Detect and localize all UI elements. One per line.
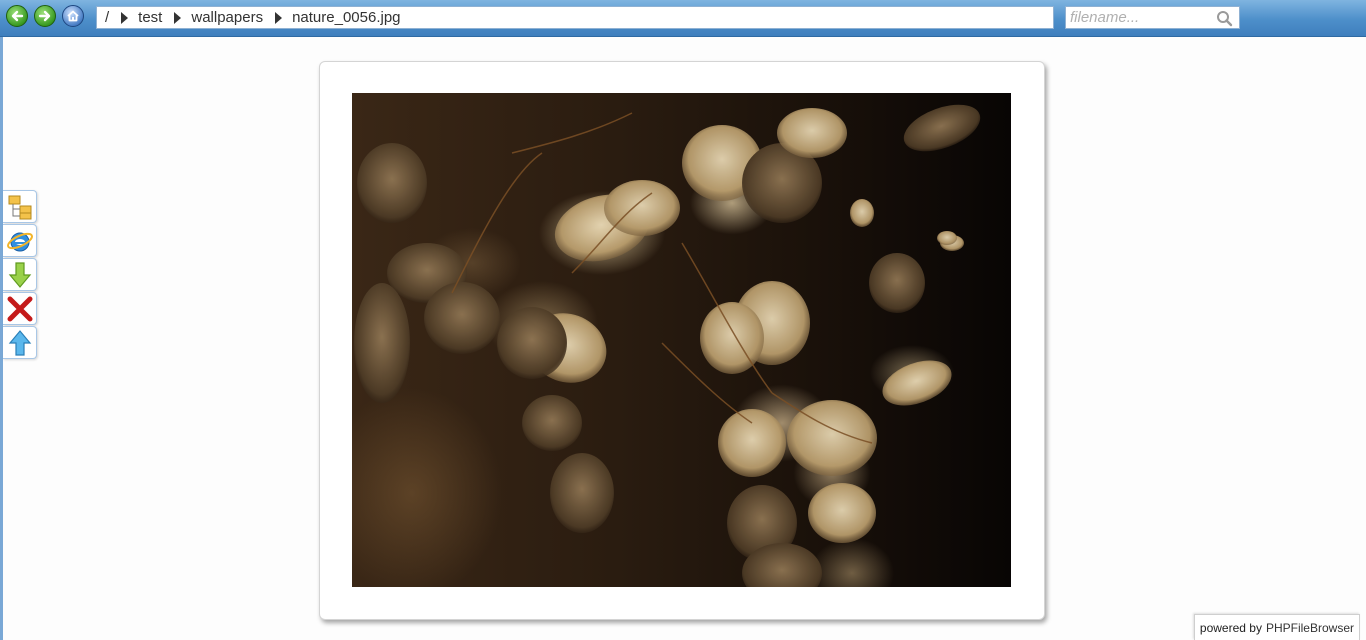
upload-arrow-icon <box>8 329 31 356</box>
image-preview-frame <box>319 61 1045 620</box>
breadcrumb-item-test[interactable]: test <box>138 9 162 26</box>
breadcrumb-root[interactable]: / <box>105 9 109 26</box>
search-box <box>1065 6 1240 29</box>
back-arrow-icon <box>11 10 24 22</box>
home-button[interactable] <box>62 5 84 27</box>
folder-tree-icon <box>8 195 31 219</box>
breadcrumb: / test wallpapers nature_0056.jpg <box>96 6 1054 29</box>
open-in-browser-button[interactable] <box>3 224 37 257</box>
breadcrumb-separator-icon <box>121 11 129 24</box>
breadcrumb-separator-icon <box>275 11 283 24</box>
image-preview <box>352 93 1011 587</box>
breadcrumb-item-file[interactable]: nature_0056.jpg <box>292 9 400 26</box>
delete-button[interactable] <box>3 292 37 325</box>
powered-by-badge: powered by PHPFileBrowser <box>1193 614 1360 640</box>
powered-by-label: powered by <box>1199 620 1262 635</box>
breadcrumb-item-wallpapers[interactable]: wallpapers <box>191 9 263 26</box>
forward-button[interactable] <box>34 5 56 27</box>
breadcrumb-separator-icon <box>174 11 182 24</box>
delete-x-icon <box>7 296 32 321</box>
powered-by-link[interactable]: PHPFileBrowser <box>1266 621 1354 635</box>
forward-arrow-icon <box>38 10 51 22</box>
home-icon <box>67 10 79 22</box>
download-arrow-icon <box>8 261 31 288</box>
browser-open-icon <box>6 232 33 251</box>
action-toolbar <box>3 190 38 360</box>
search-icon[interactable] <box>1216 10 1233 27</box>
back-button[interactable] <box>6 5 28 27</box>
folder-tree-button[interactable] <box>3 190 37 223</box>
search-input[interactable] <box>1070 7 1215 28</box>
download-button[interactable] <box>3 258 37 291</box>
photo-content <box>354 104 981 587</box>
top-toolbar: / test wallpapers nature_0056.jpg <box>0 0 1366 37</box>
upload-button[interactable] <box>3 326 37 359</box>
